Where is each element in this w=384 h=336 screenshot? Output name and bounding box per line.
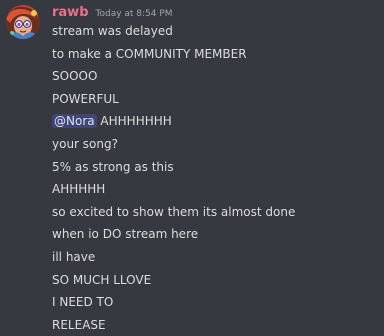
message-text: to make a COMMUNITY MEMBER [52, 46, 247, 61]
username[interactable]: rawb [52, 5, 89, 20]
message-line: RELEASE [52, 317, 378, 336]
avatar-illustration-icon [6, 5, 40, 39]
message-group: rawb Today at 8:54 PM stream was delayed… [0, 0, 384, 336]
avatar[interactable] [6, 5, 40, 39]
message-text: I NEED TO [52, 295, 114, 310]
message-line: SOOOO [52, 68, 378, 91]
message-text: stream was delayed [52, 24, 173, 38]
message-text: SO MUCH LLOVE [52, 272, 152, 287]
message-text: RELEASE [52, 317, 106, 332]
message-line: I NEED TO [52, 294, 378, 317]
message-text: when io DO stream here [52, 227, 199, 242]
message-text: AHHHHH [52, 182, 106, 197]
timestamp: Today at 8:54 PM [95, 9, 173, 19]
message-line: POWERFUL [52, 91, 378, 114]
message-text: AHHHHHHH [96, 114, 172, 129]
message-line: ill have [52, 249, 378, 272]
message-header: rawb Today at 8:54 PM [52, 5, 173, 23]
message-line: AHHHHH [52, 181, 378, 204]
message-text: POWERFUL [52, 91, 119, 106]
message-line: stream was delayed [52, 23, 378, 46]
message-line: when io DO stream here [52, 226, 378, 249]
user-mention[interactable]: @Nora [52, 114, 97, 129]
message-text: so excited to show them its almost done [52, 204, 296, 219]
message-line: so excited to show them its almost done [52, 204, 378, 227]
message-line: to make a COMMUNITY MEMBER [52, 46, 378, 69]
message-line: SO MUCH LLOVE [52, 272, 378, 295]
message-content: stream was delayed to make a COMMUNITY M… [52, 23, 378, 336]
message-line: 5% as strong as this [52, 159, 378, 182]
message-line: @Nora AHHHHHHH [52, 113, 378, 136]
message-line: your song? [52, 136, 378, 159]
message-text: SOOOO [52, 69, 98, 84]
message-text: your song? [52, 136, 118, 151]
message-text: 5% as strong as this [52, 159, 174, 174]
message-text: ill have [52, 249, 96, 264]
